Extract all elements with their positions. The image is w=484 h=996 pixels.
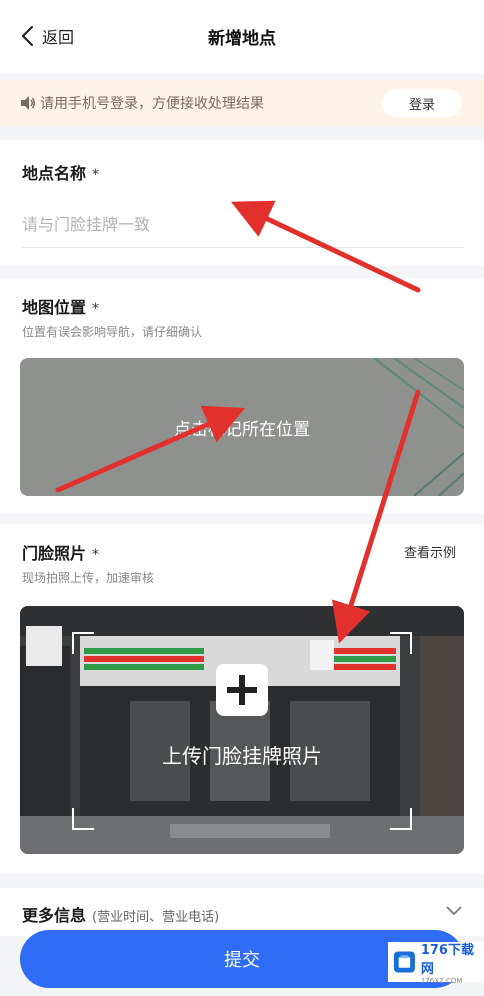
map-road-lines bbox=[373, 358, 464, 496]
photo-label-row: 门脸照片 * bbox=[22, 540, 99, 564]
storefront-photo-label: 门脸照片 bbox=[22, 544, 87, 563]
photo-hint: 现场拍照上传，加速审核 bbox=[22, 571, 155, 585]
map-location-label: 地图位置 bbox=[22, 298, 87, 317]
watermark: 176下载网 176XZ.COM bbox=[388, 939, 484, 985]
more-info-label-group: 更多信息 (营业时间、营业电话) bbox=[22, 902, 219, 926]
speaker-icon bbox=[21, 96, 35, 110]
more-info-label: 更多信息 bbox=[22, 906, 87, 925]
watermark-text: 176下载网 176XZ.COM bbox=[421, 939, 484, 985]
frame-corner bbox=[72, 632, 94, 654]
place-name-label-row: 地点名称 * bbox=[22, 160, 99, 184]
watermark-line1: 176下载网 bbox=[420, 943, 474, 977]
place-name-input[interactable] bbox=[22, 202, 464, 248]
place-name-label: 地点名称 bbox=[22, 164, 87, 183]
required-mark: * bbox=[92, 301, 100, 317]
watermark-line2: 176XZ.COM bbox=[420, 977, 463, 985]
view-example-link[interactable]: 查看示例 bbox=[404, 542, 456, 561]
chevron-down-icon bbox=[446, 906, 462, 916]
map-action-text: 点击标记所在位置 bbox=[174, 419, 310, 440]
place-name-card: 地点名称 * bbox=[0, 140, 484, 266]
photo-upload-area[interactable]: 上传门脸挂牌照片 bbox=[20, 606, 464, 854]
header: 返回 新增地点 bbox=[0, 0, 484, 74]
frame-corner bbox=[390, 808, 412, 830]
frame-corner bbox=[72, 808, 94, 830]
map-picker[interactable]: 点击标记所在位置 bbox=[20, 358, 464, 496]
notice-text: 请用手机号登录，方便接收处理结果 bbox=[40, 96, 264, 112]
upload-photo-text: 上传门脸挂牌照片 bbox=[162, 744, 322, 768]
more-info-hint: (营业时间、营业电话) bbox=[92, 910, 220, 925]
map-location-card: 地图位置 * 位置有误会影响导航，请仔细确认 点击标记所在位置 bbox=[0, 278, 484, 514]
watermark-logo-icon bbox=[393, 951, 415, 973]
frame-corner bbox=[390, 632, 412, 654]
storefront-photo-card: 门脸照片 * 查看示例 现场拍照上传，加速审核 上传门脸挂牌照片 bbox=[0, 524, 484, 874]
map-hint: 位置有误会影响导航，请仔细确认 bbox=[22, 325, 203, 339]
login-button[interactable]: 登录 bbox=[382, 89, 462, 117]
required-mark: * bbox=[92, 547, 100, 563]
page-title: 新增地点 bbox=[208, 29, 276, 49]
login-notice-bar: 请用手机号登录，方便接收处理结果 登录 bbox=[0, 80, 484, 126]
more-info-row[interactable]: 更多信息 (营业时间、营业电话) bbox=[0, 888, 484, 936]
required-mark: * bbox=[92, 167, 100, 183]
add-photo-icon[interactable] bbox=[216, 664, 268, 716]
map-label-row: 地图位置 * bbox=[22, 294, 99, 318]
